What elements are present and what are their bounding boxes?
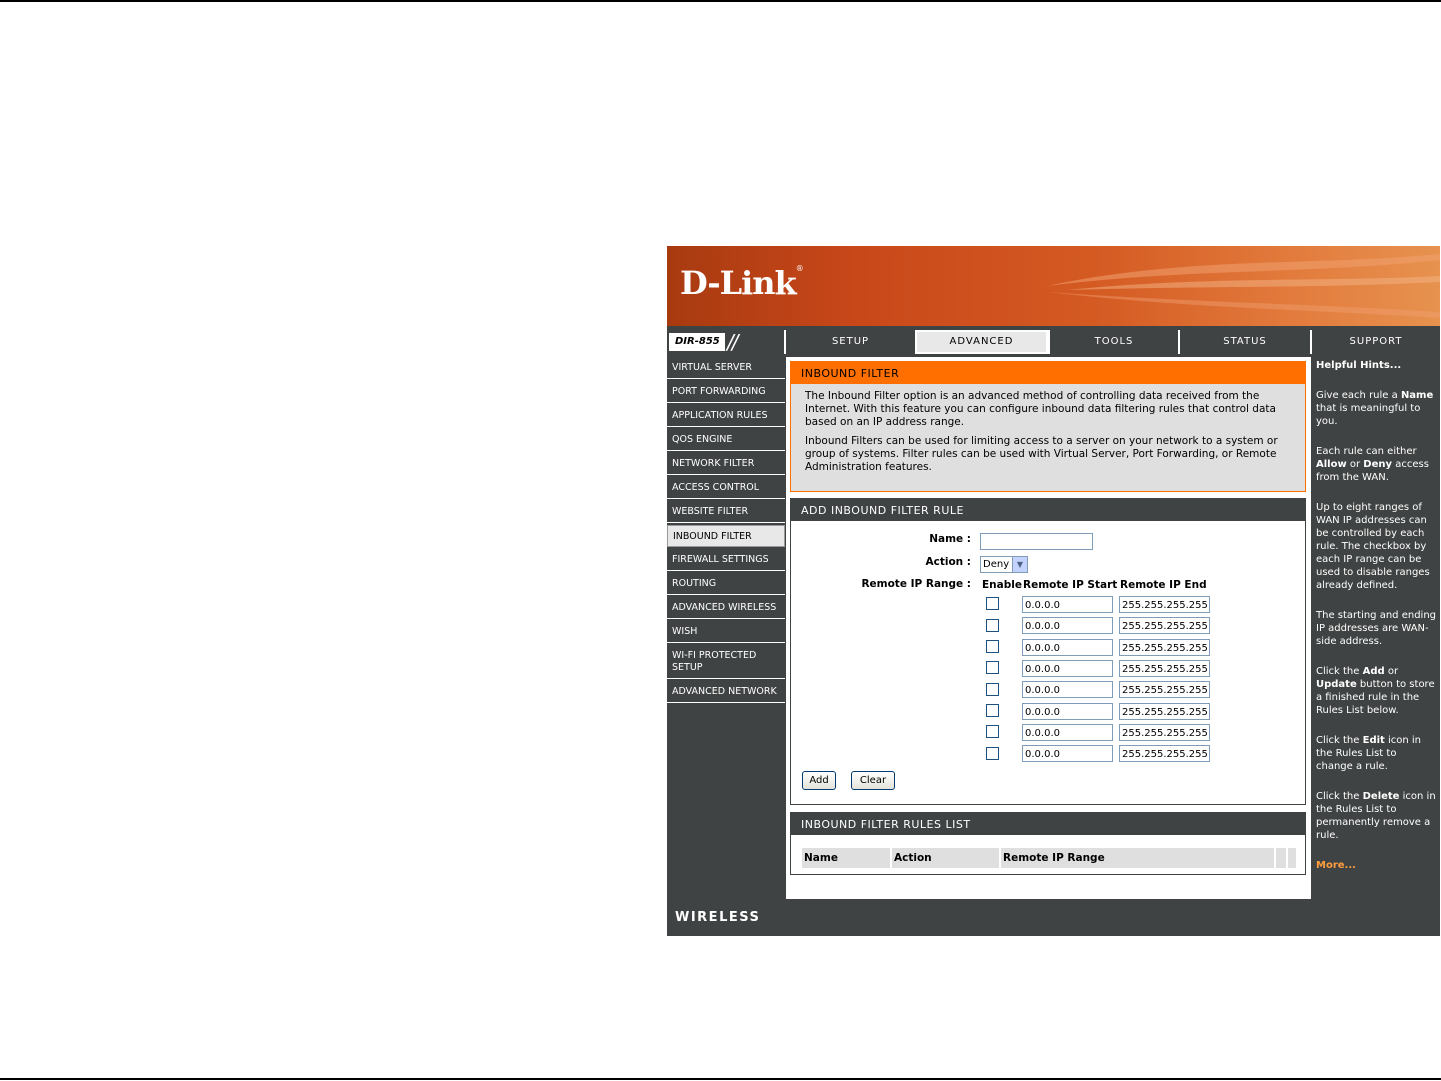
remote-ip-start-input[interactable] <box>1022 724 1113 741</box>
dlink-logo: D-Link® <box>680 264 804 302</box>
intro-paragraph-1: The Inbound Filter option is an advanced… <box>805 390 1276 428</box>
footer: WIRELESS <box>667 899 1440 936</box>
tab-tools[interactable]: TOOLS <box>1048 330 1178 354</box>
column-separator <box>999 848 1001 868</box>
remote-ip-end-input[interactable] <box>1119 639 1210 656</box>
more-link[interactable]: More... <box>1316 859 1436 872</box>
remote-ip-start-input[interactable] <box>1022 703 1113 720</box>
sidebar-item-inbound-filter[interactable]: INBOUND FILTER <box>667 525 785 547</box>
remote-ip-start-input[interactable] <box>1022 745 1113 762</box>
rules-list-box: INBOUND FILTER RULES LIST Name Action Re… <box>790 812 1306 875</box>
helpful-hints: Helpful Hints... Give each rule a Name t… <box>1313 357 1440 899</box>
hint-delete: Click the Delete icon in the Rules List … <box>1316 791 1436 841</box>
banner: D-Link® <box>667 246 1440 326</box>
sidebar-item-routing[interactable]: ROUTING <box>667 573 785 595</box>
tab-advanced[interactable]: ADVANCED <box>915 330 1048 354</box>
remote-ip-end-input[interactable] <box>1119 703 1210 720</box>
range-enable-checkbox[interactable] <box>986 704 999 717</box>
remote-ip-start-input[interactable] <box>1022 617 1113 634</box>
sidebar-item-wish[interactable]: WISH <box>667 621 785 643</box>
model-name: DIR-855 <box>669 333 725 351</box>
range-enable-checkbox[interactable] <box>986 683 999 696</box>
top-nav: DIR-855 // SETUP ADVANCED TOOLS STATUS S… <box>667 330 1440 354</box>
col-remote-ip-start: Remote IP Start <box>1023 579 1118 591</box>
main-content: INBOUND FILTER The Inbound Filter option… <box>786 357 1311 899</box>
sidebar-item-virtual-server[interactable]: VIRTUAL SERVER <box>667 357 785 379</box>
sidebar-item-application-rules[interactable]: APPLICATION RULES <box>667 405 785 427</box>
remote-ip-end-input[interactable] <box>1119 745 1210 762</box>
col-remote-ip-end: Remote IP End <box>1120 579 1207 591</box>
hint-ranges: Up to eight ranges of WAN IP addresses c… <box>1316 502 1430 591</box>
remote-ip-start-input[interactable] <box>1022 681 1113 698</box>
tab-support[interactable]: SUPPORT <box>1310 330 1440 354</box>
range-enable-checkbox[interactable] <box>986 597 999 610</box>
col-name: Name <box>804 852 838 864</box>
model-badge: DIR-855 // <box>667 330 784 354</box>
hint-addresses: The starting and ending IP addresses are… <box>1316 610 1437 647</box>
intro-paragraph-2: Inbound Filters can be used for limiting… <box>805 435 1278 473</box>
range-enable-checkbox[interactable] <box>986 725 999 738</box>
add-button[interactable]: Add <box>802 771 836 790</box>
action-select-value: Deny <box>983 559 1010 570</box>
remote-ip-end-input[interactable] <box>1119 681 1210 698</box>
sidebar-item-firewall-settings[interactable]: FIREWALL SETTINGS <box>667 549 785 571</box>
sidebar-item-network-filter[interactable]: NETWORK FILTER <box>667 453 785 475</box>
router-admin-frame: D-Link® DIR-855 // SETUP ADVANCED TOOLS … <box>667 246 1440 936</box>
sidebar-item-qos-engine[interactable]: QOS ENGINE <box>667 429 785 451</box>
remote-ip-end-input[interactable] <box>1119 596 1210 613</box>
remote-ip-start-input[interactable] <box>1022 639 1113 656</box>
hint-allow-deny: Each rule can either Allow or Deny acces… <box>1316 446 1429 483</box>
page-bottom-rule <box>0 1078 1441 1080</box>
col-enable: Enable <box>982 579 1022 591</box>
remote-ip-range-label: Remote IP Range : <box>861 578 971 590</box>
footer-wireless: WIRELESS <box>675 910 761 925</box>
hint-name: Give each rule a Name that is meaningful… <box>1316 390 1434 427</box>
tab-status[interactable]: STATUS <box>1178 330 1310 354</box>
rules-list-title: INBOUND FILTER RULES LIST <box>791 813 1305 835</box>
add-rule-box: ADD INBOUND FILTER RULE Name : Action : … <box>790 498 1306 805</box>
intro-title: INBOUND FILTER <box>791 362 1305 384</box>
sidebar: VIRTUAL SERVER PORT FORWARDING APPLICATI… <box>667 357 785 705</box>
tab-setup[interactable]: SETUP <box>784 330 915 354</box>
name-label: Name : <box>929 533 971 545</box>
remote-ip-start-input[interactable] <box>1022 596 1113 613</box>
range-enable-checkbox[interactable] <box>986 747 999 760</box>
add-rule-title: ADD INBOUND FILTER RULE <box>791 499 1305 521</box>
page-top-rule <box>0 0 1441 2</box>
model-slash: // <box>727 330 739 354</box>
range-enable-checkbox[interactable] <box>986 661 999 674</box>
name-input[interactable] <box>980 533 1093 550</box>
remote-ip-start-input[interactable] <box>1022 660 1113 677</box>
clear-button[interactable]: Clear <box>851 771 895 790</box>
range-enable-checkbox[interactable] <box>986 619 999 632</box>
column-separator <box>1274 848 1276 868</box>
action-select[interactable]: Deny ▼ <box>980 556 1028 573</box>
sidebar-item-port-forwarding[interactable]: PORT FORWARDING <box>667 381 785 403</box>
remote-ip-end-input[interactable] <box>1119 724 1210 741</box>
sidebar-item-advanced-wireless[interactable]: ADVANCED WIRELESS <box>667 597 785 619</box>
hints-title: Helpful Hints... <box>1316 360 1402 371</box>
sidebar-item-wifi-protected-setup[interactable]: WI-FI PROTECTED SETUP <box>667 645 785 679</box>
range-enable-checkbox[interactable] <box>986 640 999 653</box>
col-action: Action <box>894 852 932 864</box>
sidebar-item-website-filter[interactable]: WEBSITE FILTER <box>667 501 785 523</box>
sidebar-item-access-control[interactable]: ACCESS CONTROL <box>667 477 785 499</box>
remote-ip-end-input[interactable] <box>1119 617 1210 634</box>
column-separator <box>1286 848 1288 868</box>
sidebar-item-advanced-network[interactable]: ADVANCED NETWORK <box>667 681 785 703</box>
remote-ip-end-input[interactable] <box>1119 660 1210 677</box>
intro-box: INBOUND FILTER The Inbound Filter option… <box>790 361 1306 492</box>
column-separator <box>890 848 892 868</box>
rules-list-header: Name Action Remote IP Range <box>802 848 1296 868</box>
action-label: Action : <box>925 556 971 568</box>
hint-add-update: Click the Add or Update button to store … <box>1316 666 1435 716</box>
chevron-down-icon: ▼ <box>1012 557 1027 572</box>
col-remote-ip-range: Remote IP Range <box>1003 852 1105 864</box>
hint-edit: Click the Edit icon in the Rules List to… <box>1316 735 1422 772</box>
